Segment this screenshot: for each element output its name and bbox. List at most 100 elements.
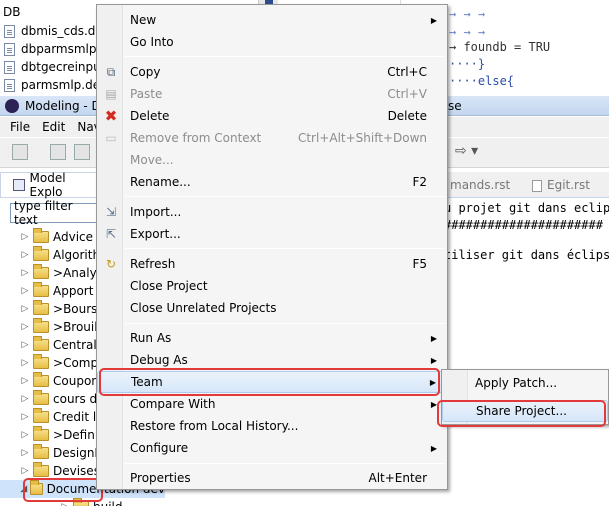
tree-item[interactable]: ▷ Credit le [0, 408, 104, 426]
file-icon [4, 42, 15, 56]
menu-item-configure[interactable]: Configure ▶ [97, 437, 447, 459]
file-item[interactable]: dbtgecreinput [0, 58, 105, 76]
menu-label: Close Project [130, 279, 208, 293]
menu-item-restore-from-local-history[interactable]: Restore from Local History... [97, 415, 447, 437]
new-wizard-icon[interactable] [12, 144, 28, 160]
expand-icon[interactable]: ▷ [60, 502, 70, 506]
filter-input[interactable]: type filter text [10, 199, 100, 227]
folder-icon [33, 264, 49, 279]
menu-item-paste[interactable]: ▤ Paste Ctrl+V [97, 83, 447, 105]
expand-icon[interactable]: ▷ [20, 376, 30, 386]
tree-label: Algorith [53, 248, 101, 262]
menu-item-copy[interactable]: ⧉ Copy Ctrl+C [97, 61, 447, 83]
tree-item[interactable]: ▷ Apport t [0, 282, 102, 300]
menu-item-properties[interactable]: Properties Alt+Enter [97, 467, 447, 489]
editor-content[interactable]: u projet git dans eclips ###############… [440, 198, 609, 498]
tree-item[interactable]: ▷ > Comp [0, 354, 98, 372]
tree-item[interactable]: ▷ DesignP [0, 444, 102, 462]
menu-separator [125, 463, 445, 464]
menu-item-apply-patch[interactable]: Apply Patch... [442, 372, 608, 394]
tree-item[interactable]: ▷ Advice [0, 228, 93, 246]
menu-item-delete[interactable]: ✖ Delete Delete [97, 105, 447, 127]
tree-prefix: > [53, 302, 64, 316]
tree-item[interactable]: ▷ > Defini [0, 426, 98, 444]
tree-item[interactable]: ▷ > Bours [0, 300, 97, 318]
submenu-arrow-icon: ▶ [430, 333, 437, 343]
expand-icon[interactable]: ▷ [20, 448, 30, 458]
tree-item[interactable]: ▷ > Analy [0, 264, 97, 282]
menu-file[interactable]: File [0, 120, 36, 134]
expand-icon[interactable]: ▷ [20, 430, 30, 440]
code-line: ····} [449, 57, 486, 71]
expand-icon[interactable]: ▷ [20, 466, 30, 476]
expand-icon[interactable]: ▷ [20, 286, 30, 296]
expand-icon[interactable]: ▷ [20, 358, 30, 368]
tree-label: Advice [53, 230, 94, 244]
model-explorer-icon [13, 179, 25, 191]
menu-label: Debug As [130, 353, 188, 367]
menu-item-remove-from-context[interactable]: ▭ Remove from Context Ctrl+Alt+Shift+Down [97, 127, 447, 149]
expand-icon[interactable]: ▷ [20, 268, 30, 278]
menu-item-close-unrelated-projects[interactable]: Close Unrelated Projects [97, 297, 447, 319]
tree-item[interactable]: ▷ Coupon [0, 372, 99, 390]
editor-tab[interactable]: mands.rst [450, 178, 510, 192]
menu-separator [125, 56, 445, 57]
menu-item-new[interactable]: New ▶ [97, 9, 447, 31]
tree-label: Comp [63, 356, 99, 370]
print-icon[interactable] [74, 144, 90, 160]
menu-edit[interactable]: Edit [36, 120, 71, 134]
file-item[interactable]: dbmis_cds.db [0, 22, 103, 40]
file-label: dbtgecreinput [21, 60, 106, 74]
menu-label: Remove from Context [130, 131, 262, 145]
menu-item-rename[interactable]: Rename... F2 [97, 171, 447, 193]
menu-item-go-into[interactable]: Go Into [97, 31, 447, 53]
tree-item[interactable]: ▷ Centrale [0, 336, 104, 354]
menu-item-move[interactable]: Move... [97, 149, 447, 171]
expand-icon[interactable]: ▷ [20, 394, 30, 404]
menu-item-refresh[interactable]: ↻ Refresh F5 [97, 253, 447, 275]
folder-icon [33, 336, 49, 351]
menu-label: New [130, 13, 157, 27]
file-item[interactable]: dbparmsmlp. [0, 40, 100, 58]
tree-item[interactable]: ▷ > Brouil [0, 318, 98, 336]
file-icon [4, 24, 15, 38]
menu-label: Import... [130, 205, 182, 219]
folder-icon [33, 408, 49, 423]
submenu-arrow-icon: ▶ [430, 443, 437, 453]
menu-label: Apply Patch... [475, 376, 558, 390]
menu-separator [125, 248, 445, 249]
expand-icon[interactable]: ▷ [20, 340, 30, 350]
expand-icon[interactable]: ▷ [20, 232, 30, 242]
highlight-team-item [99, 368, 440, 396]
menu-item-run-as[interactable]: Run As ▶ [97, 327, 447, 349]
expand-icon[interactable]: ▷ [20, 412, 30, 422]
menu-shortcut: F5 [412, 257, 427, 271]
menu-item-compare-with[interactable]: Compare With ▶ [97, 393, 447, 415]
menu-label: Restore from Local History... [130, 419, 299, 433]
file-label: parmsmlp.del [21, 78, 104, 92]
editor-line: tiliser git dans éclipse [444, 248, 609, 262]
expand-icon[interactable]: ▷ [20, 322, 30, 332]
model-explorer-tab[interactable]: Model Explo [0, 171, 100, 199]
menu-item-import[interactable]: ⇲ Import... [97, 201, 447, 223]
tree-item[interactable]: ▷ cours de [0, 390, 105, 408]
menu-item-export[interactable]: ⇱ Export... [97, 223, 447, 245]
menu-label: Run As [130, 331, 172, 345]
expand-icon[interactable]: ▷ [20, 250, 30, 260]
folder-icon [33, 246, 49, 261]
refresh-icon: ↻ [105, 257, 117, 271]
file-item[interactable]: parmsmlp.del [0, 76, 103, 94]
menu-label: Export... [130, 227, 181, 241]
menu-shortcut: F2 [412, 175, 427, 189]
save-icon[interactable] [50, 144, 66, 160]
tree-item[interactable]: ▷ Algorith [0, 246, 100, 264]
menu-item-close-project[interactable]: Close Project [97, 275, 447, 297]
folder-icon [33, 462, 49, 477]
tree-prefix: > [53, 356, 64, 370]
view-tab-label: Model Explo [29, 171, 66, 199]
file-label: dbmis_cds.db [21, 24, 104, 38]
menu-label: Paste [130, 87, 163, 101]
forward-arrow-icon[interactable]: ⇨ ▾ [455, 143, 478, 159]
editor-tab[interactable]: Egit.rst [547, 178, 590, 192]
expand-icon[interactable]: ▷ [20, 304, 30, 314]
